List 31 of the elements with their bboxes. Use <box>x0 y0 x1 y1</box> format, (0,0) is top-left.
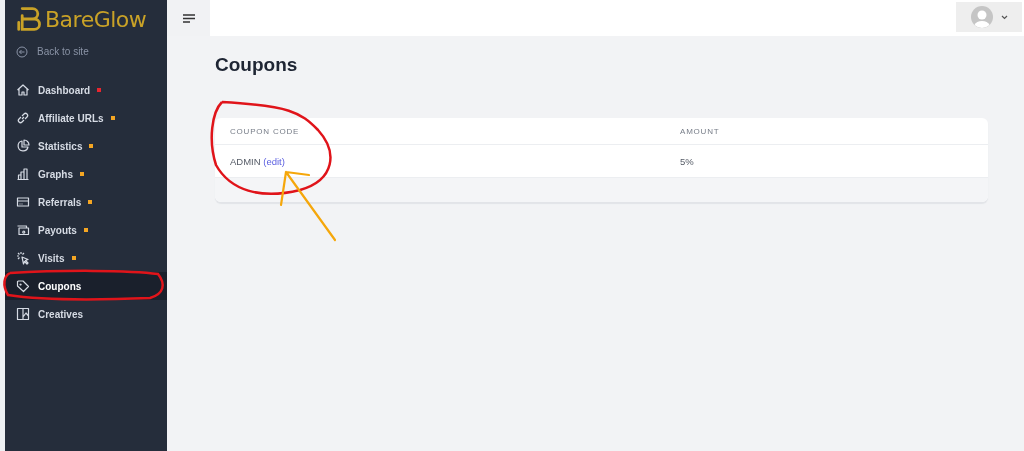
pie-chart-icon <box>16 139 30 153</box>
nav-item[interactable]: Creatives <box>5 300 167 328</box>
column-header: AMOUNT <box>679 126 721 136</box>
menu-icon <box>182 13 195 23</box>
banknote-icon <box>16 223 30 237</box>
brand-name: BareGlow <box>45 6 147 32</box>
link-icon <box>16 111 30 125</box>
avatar-icon <box>970 6 993 28</box>
nav-item[interactable]: Graphs <box>5 160 167 188</box>
marker-arrow <box>279 170 337 242</box>
nav-item[interactable]: Affiliate URLs <box>5 104 167 132</box>
card-icon <box>16 195 30 209</box>
nav-item[interactable]: Visits <box>5 244 167 272</box>
menu-button[interactable] <box>167 0 210 36</box>
coupon-code: ADMIN <box>230 155 261 167</box>
home-icon <box>16 83 30 97</box>
cursor-icon <box>16 251 30 265</box>
edit-link[interactable]: (edit) <box>263 155 285 167</box>
logo-icon <box>17 5 43 33</box>
nav-item[interactable]: Statistics <box>5 132 167 160</box>
tag-icon <box>16 279 30 293</box>
nav-item[interactable]: Dashboard <box>5 76 167 104</box>
nav-item[interactable]: Referrals <box>5 188 167 216</box>
caret-icon <box>1000 14 1008 20</box>
back-link[interactable]: Back to site <box>5 34 167 59</box>
image-icon <box>16 307 30 321</box>
page-title: Coupons <box>215 54 299 77</box>
column-header: COUPON CODE <box>229 126 301 136</box>
bar-chart-icon <box>16 167 30 181</box>
amount-cell-text: 5% <box>679 155 695 167</box>
nav-item[interactable]: Payouts <box>5 216 167 244</box>
